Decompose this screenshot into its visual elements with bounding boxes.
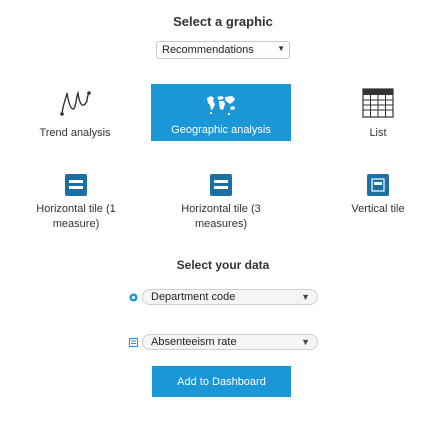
vertical-tile-icon	[367, 174, 389, 196]
chevron-down-icon: ▼	[301, 337, 310, 347]
dimension-select[interactable]: Department code ▼	[142, 289, 318, 305]
horizontal-tile-icon	[65, 174, 87, 196]
measure-select[interactable]: Absenteeism rate ▼	[142, 334, 318, 350]
recommendations-select-value: Recommendations	[162, 44, 254, 56]
table-grid-icon	[361, 87, 395, 119]
graphic-option-label: Vertical tile	[351, 203, 405, 215]
add-to-dashboard-button[interactable]: Add to Dashboard	[152, 366, 291, 397]
graphic-option-geographic-analysis[interactable]: Geographic analysis	[151, 84, 291, 141]
graphic-option-label: Geographic analysis	[171, 124, 271, 136]
chevron-down-icon: ▼	[277, 44, 285, 53]
graphic-option-horizontal-tile-3-measures[interactable]: Horizontal tile (3 measures)	[156, 174, 286, 232]
graphic-option-list[interactable]: List	[338, 87, 418, 141]
trend-line-icon	[58, 87, 92, 119]
dimension-icon	[128, 292, 138, 302]
dimension-field-row: Department code ▼	[128, 289, 318, 305]
dialog-title: Select a graphic	[173, 14, 273, 29]
graphic-option-vertical-tile[interactable]: Vertical tile	[338, 174, 418, 217]
dimension-select-value: Department code	[151, 291, 236, 303]
graphic-option-label: List	[369, 127, 387, 139]
measure-icon	[128, 337, 138, 347]
graphic-option-label: Horizontal tile (1 measure)	[36, 203, 116, 230]
chevron-down-icon: ▼	[301, 292, 310, 302]
measure-select-value: Absenteeism rate	[151, 336, 237, 348]
horizontal-tile-icon	[210, 174, 232, 196]
measure-field-row: Absenteeism rate ▼	[128, 334, 318, 350]
graphic-option-label: Horizontal tile (3 measures)	[181, 203, 261, 230]
map-icon	[204, 90, 238, 120]
data-section-title: Select your data	[176, 258, 270, 272]
recommendations-select[interactable]: Recommendations ▼	[156, 41, 290, 59]
graphic-option-horizontal-tile-1-measure[interactable]: Horizontal tile (1 measure)	[16, 174, 136, 232]
graphic-option-label: Trend analysis	[39, 127, 111, 139]
graphic-option-trend-analysis[interactable]: Trend analysis	[20, 87, 130, 141]
